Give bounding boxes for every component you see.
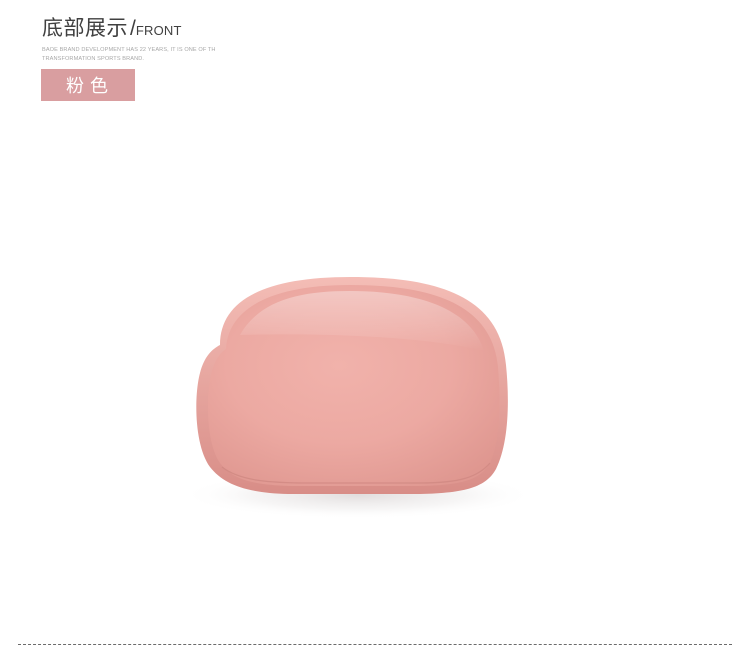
section-title-chinese: 底部展示 xyxy=(42,16,128,40)
section-divider xyxy=(18,644,732,645)
section-title: 底部展示 / FRONT xyxy=(42,12,182,42)
section-subtitle: BAOE BRAND DEVELOPMENT HAS 22 YEARS, IT … xyxy=(42,47,216,62)
product-photo xyxy=(180,277,536,519)
section-title-english: FRONT xyxy=(135,23,182,38)
color-variant-tag: 粉色 xyxy=(41,69,135,101)
